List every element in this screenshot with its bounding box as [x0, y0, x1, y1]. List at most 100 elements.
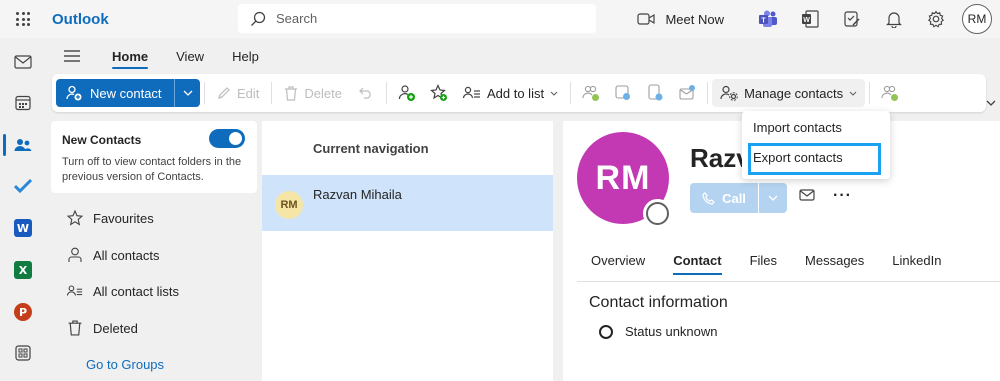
- nav-label-all-contact-lists: All contact lists: [93, 283, 179, 299]
- trash-icon: [285, 85, 298, 101]
- call-button[interactable]: Call: [690, 183, 758, 213]
- svg-text:W: W: [803, 17, 810, 24]
- bell-icon: [886, 12, 902, 28]
- tab-help[interactable]: Help: [218, 38, 273, 74]
- mail-send-icon: [679, 85, 696, 100]
- detail-tabs: Overview Contact Files Messages LinkedIn: [577, 245, 955, 275]
- call-label: Call: [722, 190, 746, 206]
- undo-button[interactable]: [350, 79, 382, 107]
- rail-mail[interactable]: [0, 44, 46, 80]
- new-contact-dropdown[interactable]: [174, 79, 200, 107]
- chevron-down-icon: [849, 91, 857, 96]
- tab-view[interactable]: View: [162, 38, 218, 74]
- presence-status-icon: [643, 199, 672, 228]
- app-title[interactable]: Outlook: [52, 11, 232, 28]
- person-settings-icon: [720, 85, 738, 101]
- nav-label-all-contacts: All contacts: [93, 247, 160, 263]
- call-split-button: Call: [690, 183, 787, 213]
- trash-icon: [68, 320, 82, 336]
- chat-button[interactable]: [607, 79, 639, 107]
- mail-icon: [799, 189, 815, 201]
- toolbar-divider: [707, 82, 709, 104]
- add-to-list-button[interactable]: Add to list: [455, 79, 566, 107]
- my-day-button[interactable]: [836, 0, 868, 38]
- ribbon: Home View Help New contact Edit Delete A…: [46, 38, 1000, 118]
- nav-item-all-contact-lists[interactable]: All contact lists: [67, 279, 179, 303]
- rail-todo[interactable]: [0, 168, 46, 204]
- toolbar-divider: [570, 82, 572, 104]
- person-icon: [68, 247, 82, 262]
- nav-item-all-contacts[interactable]: All contacts: [67, 243, 159, 267]
- video-camera-icon: [637, 13, 656, 25]
- go-to-groups-link[interactable]: Go to Groups: [86, 357, 164, 372]
- status-unknown-icon: [599, 324, 613, 339]
- email-contact-button[interactable]: [671, 79, 703, 107]
- add-to-list-label: Add to list: [486, 85, 545, 101]
- contact-list-icon: [462, 86, 480, 99]
- gear-icon: [927, 10, 945, 28]
- tab-contact[interactable]: Contact: [659, 245, 735, 275]
- menu-button[interactable]: [46, 38, 98, 74]
- tab-files[interactable]: Files: [736, 245, 791, 275]
- tab-overview[interactable]: Overview: [577, 245, 659, 275]
- new-contact-button[interactable]: New contact: [56, 79, 174, 107]
- status-text: Status unknown: [625, 324, 718, 339]
- search-icon: [251, 11, 266, 26]
- toolbar-divider: [204, 82, 205, 104]
- add-person-icon: [66, 85, 82, 101]
- delete-label: Delete: [304, 85, 342, 101]
- list-header: Current navigation: [313, 141, 429, 156]
- chevron-down-icon: [768, 195, 778, 201]
- top-bar: Outlook Search Meet Now T W RM: [0, 0, 1000, 38]
- word-icon: W: [14, 219, 32, 237]
- office-notes-button[interactable]: W: [794, 0, 826, 38]
- word-doc-icon: W: [802, 10, 819, 28]
- favorite-star-button[interactable]: [423, 79, 455, 107]
- rail-calendar[interactable]: [0, 85, 46, 121]
- chevron-down-icon: [550, 91, 558, 96]
- tab-messages[interactable]: Messages: [791, 245, 878, 275]
- rail-people[interactable]: [0, 127, 46, 163]
- edit-button[interactable]: Edit: [209, 79, 267, 107]
- teams-icon: T: [759, 10, 777, 27]
- avatar: RM: [275, 191, 303, 219]
- teams-button[interactable]: T: [752, 0, 784, 38]
- rail-word[interactable]: W: [0, 210, 46, 246]
- chevron-down-icon: [183, 90, 192, 96]
- menu-item-import-contacts[interactable]: Import contacts: [753, 120, 842, 135]
- more-actions-button[interactable]: [874, 79, 906, 107]
- new-contact-split-button: New contact: [56, 79, 200, 107]
- people-add-icon: [881, 85, 899, 101]
- send-email-button[interactable]: [799, 189, 815, 204]
- account-avatar[interactable]: RM: [962, 4, 992, 34]
- add-to-favorites-button[interactable]: [391, 79, 423, 107]
- svg-text:T: T: [761, 18, 766, 25]
- call-contact-button[interactable]: [639, 79, 671, 107]
- contact-list-icon: [67, 285, 83, 296]
- new-contacts-toggle[interactable]: [209, 129, 245, 148]
- toolbar-divider: [271, 82, 273, 104]
- app-launcher-button[interactable]: [0, 0, 46, 38]
- rail-powerpoint[interactable]: P: [0, 294, 46, 330]
- meet-now-button[interactable]: Meet Now: [637, 12, 724, 27]
- person-add-icon: [398, 85, 415, 101]
- notifications-button[interactable]: [878, 0, 910, 38]
- settings-button[interactable]: [920, 0, 952, 38]
- phone-icon: [702, 191, 715, 205]
- nav-item-favourites[interactable]: Favourites: [67, 206, 154, 230]
- share-contact-button[interactable]: [575, 79, 607, 107]
- manage-contacts-button[interactable]: Manage contacts: [712, 79, 866, 107]
- navigation-pane: New Contacts Turn off to view contact fo…: [51, 121, 257, 381]
- search-box[interactable]: Search: [238, 4, 596, 33]
- nav-item-deleted[interactable]: Deleted: [67, 316, 138, 340]
- ribbon-expand-button[interactable]: [986, 94, 996, 109]
- tab-home[interactable]: Home: [98, 38, 162, 74]
- more-options-button[interactable]: ···: [833, 187, 852, 205]
- pencil-icon: [218, 87, 230, 99]
- rail-excel[interactable]: X: [0, 252, 46, 288]
- list-item[interactable]: RM Razvan Mihaila: [262, 175, 553, 231]
- call-dropdown[interactable]: [758, 183, 787, 213]
- delete-button[interactable]: Delete: [276, 79, 350, 107]
- tab-linkedin[interactable]: LinkedIn: [878, 245, 955, 275]
- rail-more-apps[interactable]: [0, 335, 46, 371]
